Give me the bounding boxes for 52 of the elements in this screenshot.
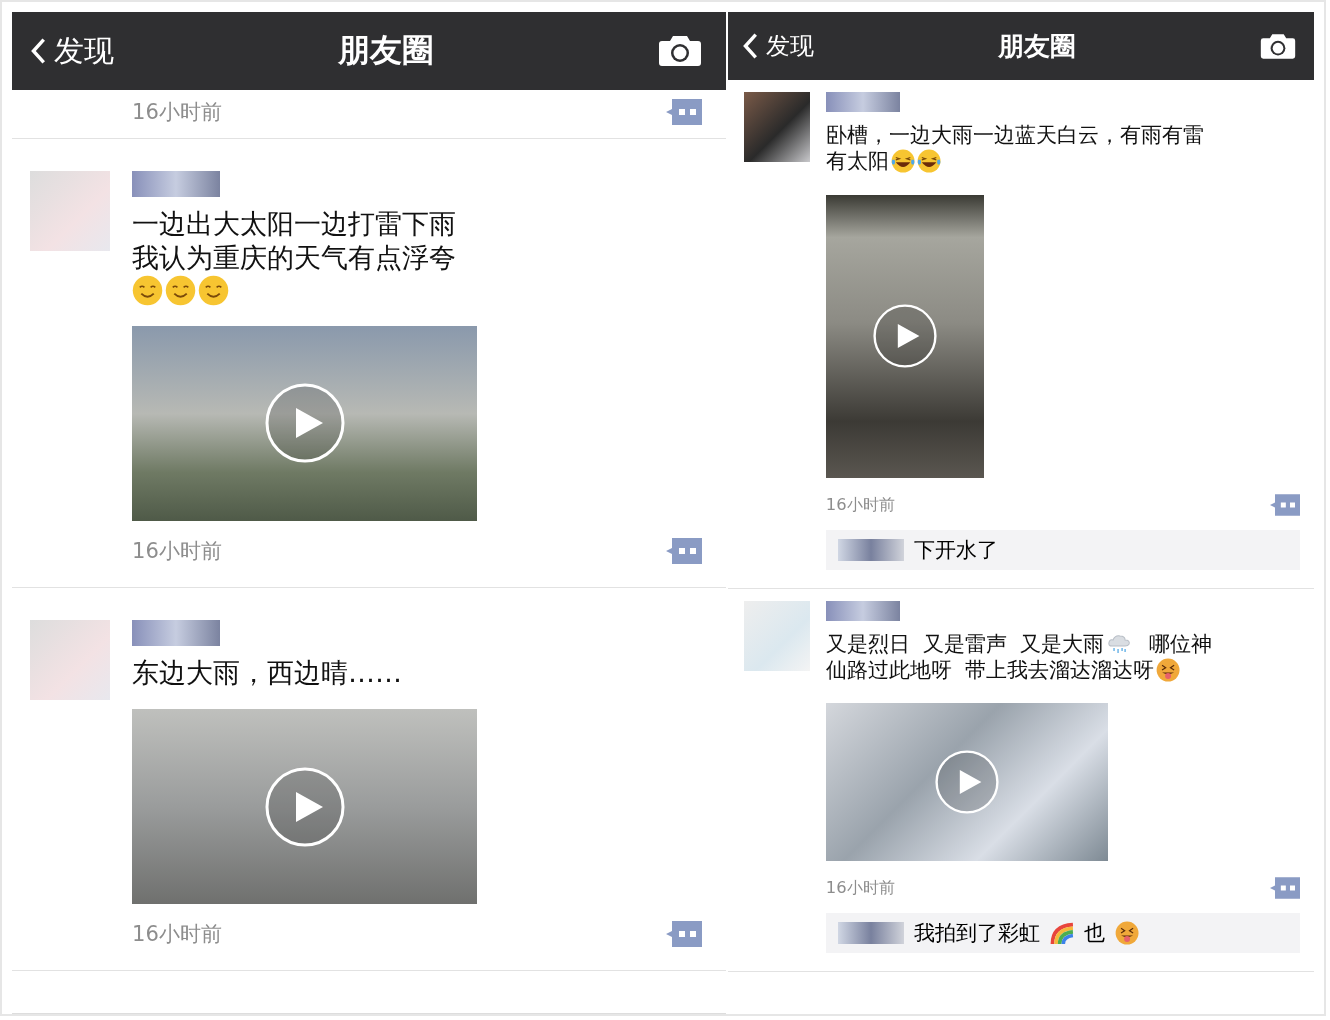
play-icon[interactable] <box>264 766 345 847</box>
tongue-face-icon <box>1114 920 1140 946</box>
smiley-icon <box>198 274 230 306</box>
post-time: 16小时前 <box>132 98 222 126</box>
smiley-icon <box>132 274 164 306</box>
tongue-face-icon <box>1156 657 1181 682</box>
post-text: 又是烈日 又是雷声 又是大雨 <box>825 630 1105 657</box>
post-time: 16小时前 <box>132 536 222 565</box>
chevron-left-icon <box>30 36 46 66</box>
comment-text: 下开水了 <box>913 536 998 564</box>
avatar-placeholder[interactable] <box>743 92 810 162</box>
page-title: 朋友圈 <box>997 29 1076 63</box>
post-text: 哪位神 <box>1149 630 1213 657</box>
post-time: 16小时前 <box>132 920 222 949</box>
play-icon[interactable] <box>934 750 999 814</box>
post-text: 一边出大太阳一边打雷下雨 <box>132 207 456 241</box>
comment-icon[interactable] <box>665 99 702 125</box>
post-text: 我认为重庆的天气有点浮夸 <box>132 240 456 275</box>
blurred-name[interactable] <box>837 538 904 561</box>
comment-icon[interactable] <box>1270 493 1300 516</box>
comment-icon[interactable] <box>665 921 702 948</box>
rainbow-icon <box>1049 920 1074 946</box>
blurred-name[interactable] <box>825 92 900 112</box>
camera-icon[interactable] <box>657 35 702 67</box>
blurred-name[interactable] <box>132 171 220 197</box>
video-thumbnail[interactable] <box>825 194 984 478</box>
page-title: 朋友圈 <box>337 30 434 71</box>
comment-text: 我拍到了彩虹 <box>913 920 1040 947</box>
back-button[interactable]: 发现 <box>741 30 814 62</box>
post-time: 16小时前 <box>825 877 895 899</box>
post-text: 有太阳 <box>825 148 889 175</box>
back-button[interactable]: 发现 <box>30 30 114 72</box>
camera-icon[interactable] <box>1260 32 1296 60</box>
post-time: 16小时前 <box>825 493 895 516</box>
blurred-name[interactable] <box>837 922 904 944</box>
comment-text: 也 <box>1083 920 1105 947</box>
smiley-icon <box>165 274 197 306</box>
video-thumbnail[interactable] <box>825 703 1108 861</box>
play-icon[interactable] <box>264 383 345 464</box>
post-text: 仙路过此地呀 带上我去溜达溜达呀 <box>825 656 1155 683</box>
chevron-left-icon <box>741 31 758 61</box>
blurred-name[interactable] <box>825 600 900 621</box>
laughing-tears-icon <box>890 149 915 174</box>
blurred-name[interactable] <box>132 619 220 646</box>
play-icon[interactable] <box>872 304 937 368</box>
comment-icon[interactable] <box>665 537 702 564</box>
post-text: 东边大雨，西边晴…… <box>132 655 402 690</box>
video-thumbnail[interactable] <box>132 325 477 521</box>
comment-icon[interactable] <box>1270 877 1300 899</box>
video-thumbnail[interactable] <box>132 709 477 905</box>
post-text: 卧槽，一边大雨一边蓝天白云，有雨有雷 <box>825 122 1204 149</box>
laughing-tears-icon <box>916 149 942 174</box>
